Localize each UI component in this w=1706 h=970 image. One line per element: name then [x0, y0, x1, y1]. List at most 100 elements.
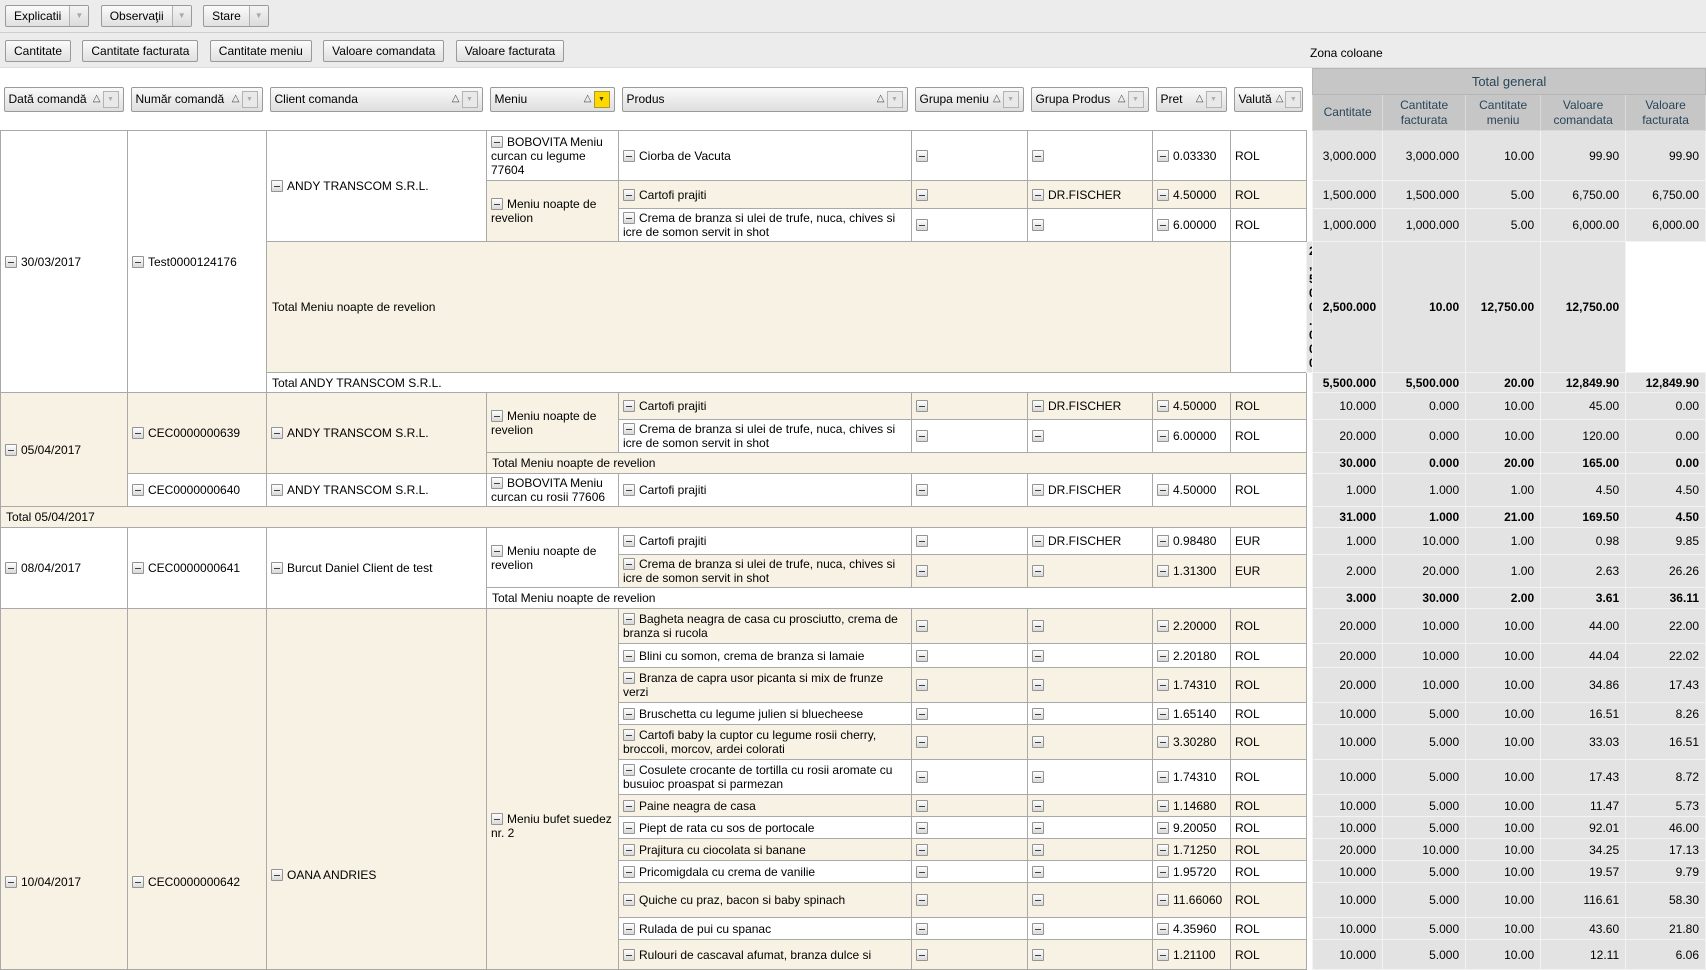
- collapse-icon[interactable]: [1032, 736, 1044, 748]
- collapse-icon[interactable]: [1032, 949, 1044, 961]
- collapse-icon[interactable]: [916, 400, 928, 412]
- column-header-meniu[interactable]: Meniu△▼: [490, 87, 615, 112]
- collapse-icon[interactable]: [916, 484, 928, 496]
- collapse-icon[interactable]: [916, 650, 928, 662]
- collapse-icon[interactable]: [623, 150, 635, 162]
- collapse-icon[interactable]: [1032, 400, 1044, 412]
- collapse-icon[interactable]: [1157, 430, 1169, 442]
- collapse-icon[interactable]: [916, 565, 928, 577]
- value-column-header-valoare-comandata[interactable]: Valoare comandata: [1541, 95, 1626, 131]
- collapse-icon[interactable]: [491, 813, 503, 825]
- value-column-header-cantitate-meniu[interactable]: Cantitate meniu: [1466, 95, 1541, 131]
- collapse-icon[interactable]: [5, 562, 17, 574]
- data-field-valoare-comandata[interactable]: Valoare comandata: [323, 40, 444, 62]
- collapse-icon[interactable]: [1157, 679, 1169, 691]
- collapse-icon[interactable]: [623, 923, 635, 935]
- collapse-icon[interactable]: [916, 189, 928, 201]
- filter-icon[interactable]: ▼: [103, 91, 119, 108]
- collapse-icon[interactable]: [916, 535, 928, 547]
- collapse-icon[interactable]: [916, 736, 928, 748]
- chevron-down-icon[interactable]: ▼: [69, 6, 88, 26]
- collapse-icon[interactable]: [1157, 800, 1169, 812]
- collapse-icon[interactable]: [1157, 736, 1169, 748]
- collapse-icon[interactable]: [623, 189, 635, 201]
- collapse-icon[interactable]: [623, 484, 635, 496]
- collapse-icon[interactable]: [623, 708, 635, 720]
- filter-field-stare[interactable]: Stare▼: [203, 5, 269, 27]
- collapse-icon[interactable]: [1157, 620, 1169, 632]
- collapse-icon[interactable]: [623, 212, 635, 224]
- collapse-icon[interactable]: [132, 427, 144, 439]
- filter-field-observatii[interactable]: Observaţii▼: [101, 5, 192, 27]
- collapse-icon[interactable]: [916, 949, 928, 961]
- collapse-icon[interactable]: [1157, 189, 1169, 201]
- collapse-icon[interactable]: [623, 866, 635, 878]
- column-header-grupa-produs[interactable]: Grupa Produs△▼: [1031, 87, 1149, 112]
- value-column-header-cantitate[interactable]: Cantitate: [1313, 95, 1383, 131]
- column-header-numar-comanda[interactable]: Număr comandă△▼: [131, 87, 263, 112]
- collapse-icon[interactable]: [491, 198, 503, 210]
- collapse-icon[interactable]: [1032, 894, 1044, 906]
- collapse-icon[interactable]: [1032, 866, 1044, 878]
- collapse-icon[interactable]: [623, 558, 635, 570]
- collapse-icon[interactable]: [1032, 430, 1044, 442]
- collapse-icon[interactable]: [132, 256, 144, 268]
- collapse-icon[interactable]: [1032, 150, 1044, 162]
- collapse-icon[interactable]: [916, 923, 928, 935]
- filter-icon[interactable]: ▼: [1285, 91, 1301, 108]
- collapse-icon[interactable]: [132, 562, 144, 574]
- collapse-icon[interactable]: [623, 822, 635, 834]
- collapse-icon[interactable]: [5, 256, 17, 268]
- collapse-icon[interactable]: [623, 672, 635, 684]
- collapse-icon[interactable]: [1157, 923, 1169, 935]
- filter-icon[interactable]: ▼: [1206, 91, 1222, 108]
- filter-icon[interactable]: ▼: [1128, 91, 1144, 108]
- collapse-icon[interactable]: [5, 444, 17, 456]
- chevron-down-icon[interactable]: ▼: [172, 6, 191, 26]
- value-column-header-cantitate-facturata[interactable]: Cantitate facturata: [1383, 95, 1466, 131]
- filter-icon[interactable]: ▼: [887, 91, 903, 108]
- collapse-icon[interactable]: [623, 800, 635, 812]
- collapse-icon[interactable]: [1157, 844, 1169, 856]
- collapse-icon[interactable]: [271, 180, 283, 192]
- chevron-down-icon[interactable]: ▼: [249, 6, 268, 26]
- collapse-icon[interactable]: [623, 729, 635, 741]
- data-field-valoare-facturata[interactable]: Valoare facturata: [456, 40, 565, 62]
- collapse-icon[interactable]: [623, 535, 635, 547]
- collapse-icon[interactable]: [132, 484, 144, 496]
- collapse-icon[interactable]: [1032, 620, 1044, 632]
- collapse-icon[interactable]: [1032, 650, 1044, 662]
- collapse-icon[interactable]: [271, 427, 283, 439]
- collapse-icon[interactable]: [916, 430, 928, 442]
- collapse-icon[interactable]: [491, 136, 503, 148]
- filter-field-explicatii[interactable]: Explicatii▼: [5, 5, 89, 27]
- collapse-icon[interactable]: [916, 844, 928, 856]
- collapse-icon[interactable]: [623, 894, 635, 906]
- filter-icon[interactable]: ▼: [462, 91, 478, 108]
- collapse-icon[interactable]: [916, 150, 928, 162]
- collapse-icon[interactable]: [1032, 923, 1044, 935]
- collapse-icon[interactable]: [1157, 400, 1169, 412]
- collapse-icon[interactable]: [1032, 771, 1044, 783]
- collapse-icon[interactable]: [623, 844, 635, 856]
- filter-active-icon[interactable]: ▼: [594, 91, 610, 108]
- collapse-icon[interactable]: [271, 869, 283, 881]
- collapse-icon[interactable]: [916, 866, 928, 878]
- filter-icon[interactable]: ▼: [242, 91, 258, 108]
- collapse-icon[interactable]: [491, 410, 503, 422]
- column-header-grupa-meniu[interactable]: Grupa meniu△▼: [915, 87, 1024, 112]
- collapse-icon[interactable]: [1157, 771, 1169, 783]
- data-field-cantitate-meniu[interactable]: Cantitate meniu: [210, 40, 312, 62]
- collapse-icon[interactable]: [1032, 565, 1044, 577]
- collapse-icon[interactable]: [1157, 535, 1169, 547]
- collapse-icon[interactable]: [916, 708, 928, 720]
- collapse-icon[interactable]: [1157, 565, 1169, 577]
- collapse-icon[interactable]: [271, 562, 283, 574]
- collapse-icon[interactable]: [1157, 219, 1169, 231]
- collapse-icon[interactable]: [132, 876, 144, 888]
- collapse-icon[interactable]: [916, 822, 928, 834]
- collapse-icon[interactable]: [623, 764, 635, 776]
- collapse-icon[interactable]: [1032, 535, 1044, 547]
- value-column-header-valoare-facturata[interactable]: Valoare facturata: [1626, 95, 1706, 131]
- collapse-icon[interactable]: [916, 800, 928, 812]
